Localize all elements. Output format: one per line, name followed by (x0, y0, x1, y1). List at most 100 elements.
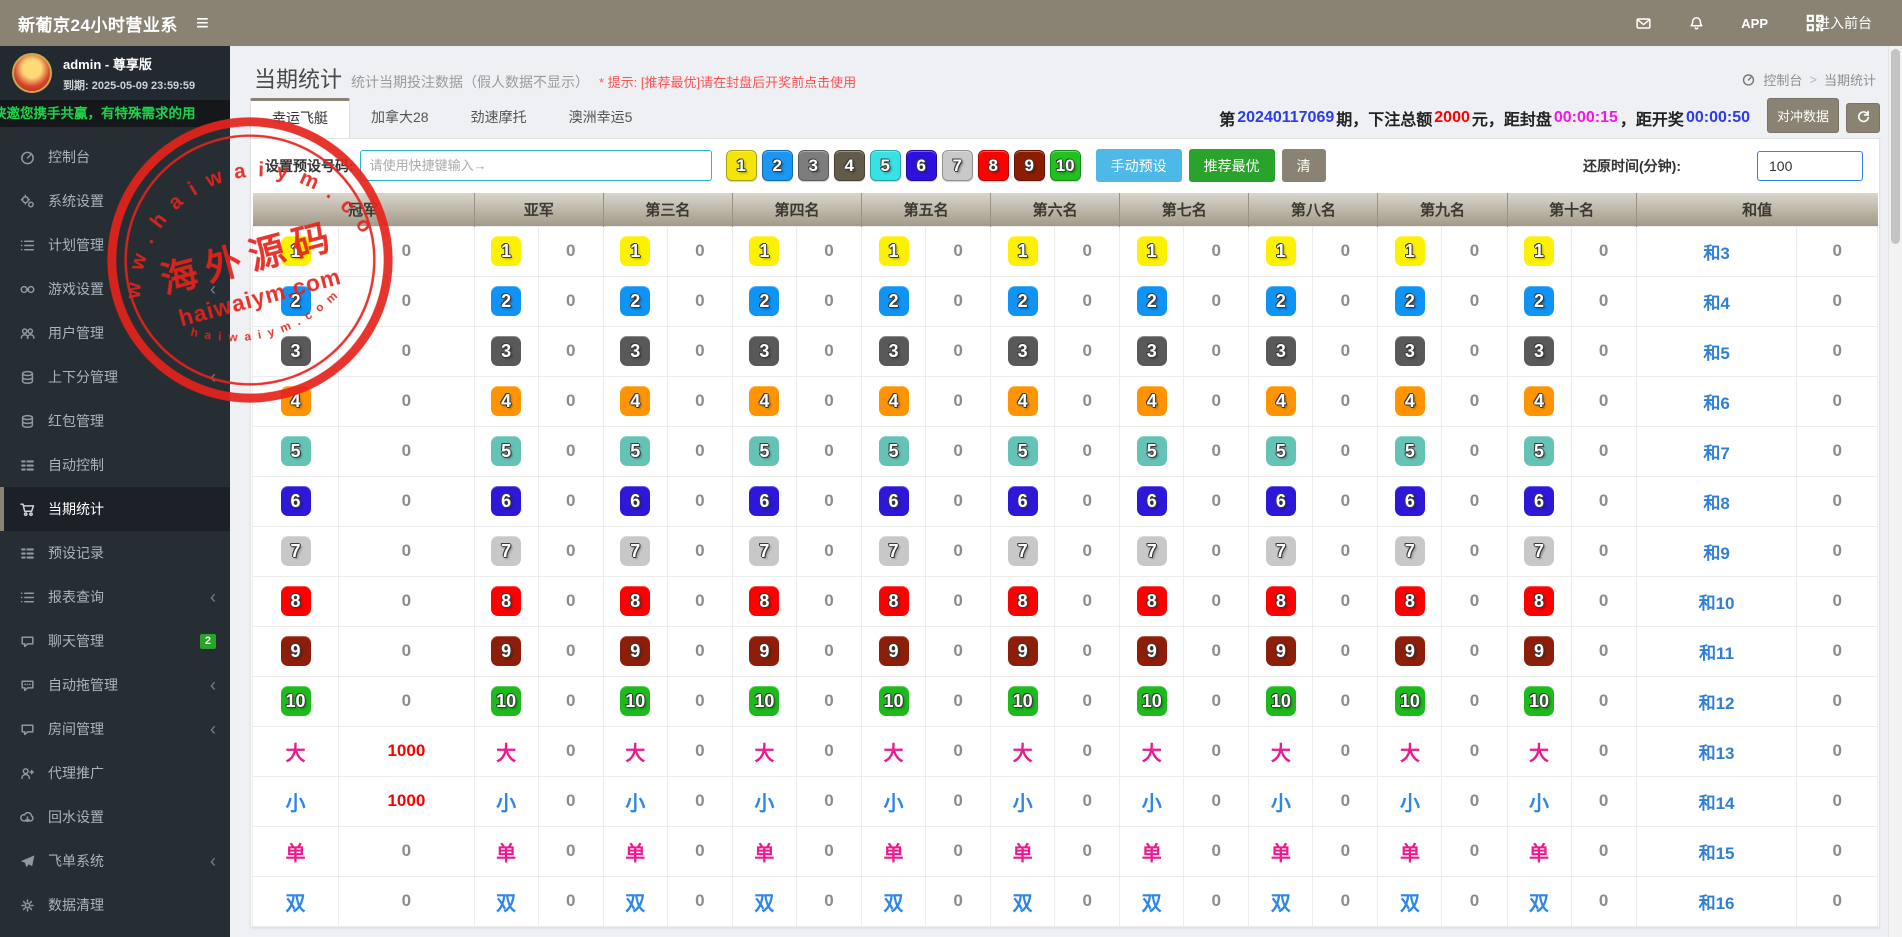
tab-1[interactable]: 加拿大28 (350, 98, 450, 138)
table-row: 小 1000 小 0 小 0 小 0 小 0 小 0 小 0 小 0 小 0 小 0 和14 0 (251, 775, 1878, 827)
breadcrumb-home[interactable]: 控制台 (1763, 70, 1802, 89)
period-label: ，距开奖 (1619, 112, 1684, 129)
table-row: 大 1000 大 0 大 0 大 0 大 0 大 0 大 0 大 0 大 0 大 0 和13 0 (251, 725, 1878, 777)
manual-preset-button[interactable]: 手动预设 (1095, 149, 1182, 182)
refresh-button[interactable] (1846, 103, 1880, 133)
sidebar-item-fly-order[interactable]: 飞单系统 ‹ (0, 839, 230, 883)
bet-amount: 0 (566, 241, 576, 260)
bet-type-label: 小 (285, 792, 306, 815)
ball-8: 8 (1524, 586, 1555, 616)
hedge-data-button[interactable]: 对冲数据 (1766, 98, 1839, 133)
mail-icon[interactable] (1635, 15, 1652, 32)
app-link[interactable]: APP (1741, 16, 1768, 31)
table-row: 9 0 9 0 9 0 9 0 9 0 9 0 9 0 9 0 9 0 9 0 和11 0 (251, 625, 1878, 677)
scrollbar[interactable] (1888, 46, 1902, 937)
preset-chip-3[interactable]: 3 (797, 150, 829, 181)
sidebar-item-rooms[interactable]: 房间管理 ‹ (0, 707, 230, 751)
sidebar-item-auto-bot[interactable]: 自动拖管理 ‹ (0, 663, 230, 707)
ball-8: 8 (1394, 586, 1425, 616)
sidebar-item-updown[interactable]: 上下分管理 ‹ (0, 355, 230, 399)
recommend-best-button[interactable]: 推荐最优 (1188, 149, 1275, 182)
hamburger-icon[interactable]: ≡ (196, 12, 209, 34)
ball-5: 5 (1007, 436, 1038, 466)
bet-amount: 0 (1082, 591, 1092, 610)
ball-8: 8 (491, 586, 522, 616)
enter-frontend-link[interactable]: 进入前台 (1816, 13, 1872, 33)
db-icon (19, 413, 36, 430)
preset-chip-4[interactable]: 4 (833, 150, 865, 181)
bet-type-label: 大 (1529, 742, 1550, 765)
bet-amount: 0 (1211, 391, 1222, 410)
preset-chip-7[interactable]: 7 (941, 150, 973, 181)
sidebar-item-agent[interactable]: 代理推广 (0, 751, 230, 795)
bet-amount: 0 (1469, 791, 1480, 810)
ball-2: 2 (749, 286, 780, 316)
bet-amount: 1000 (387, 791, 426, 810)
bet-type-label: 双 (625, 892, 646, 915)
avatar (12, 53, 52, 93)
bet-amount: 0 (1598, 441, 1609, 460)
chevron-left-icon: ‹ (210, 675, 216, 695)
bet-amount: 0 (566, 291, 576, 310)
sum-label: 和10 (1698, 593, 1735, 613)
preset-toolbar: 设置预设号码: 12345678910 手动预设推荐最优清 还原时间(分钟): (251, 139, 1879, 191)
preset-chips: 1 2 3 4 5 6 7 8 9 10 (725, 150, 1081, 181)
ball-8: 8 (749, 586, 780, 616)
breadcrumb: 控制台 > 当期统计 (1741, 70, 1876, 89)
tab-0[interactable]: 幸运飞艇 (250, 98, 350, 138)
sidebar-item-cleanup[interactable]: 数据清理 (0, 883, 230, 927)
tab-3[interactable]: 澳洲幸运5 (548, 98, 654, 138)
ball-4: 4 (749, 386, 780, 416)
bet-type-label: 小 (754, 792, 775, 815)
sidebar-item-rebate[interactable]: 回水设置 (0, 795, 230, 839)
bell-icon[interactable] (1688, 15, 1705, 32)
sidebar-item-label: 用户管理 (48, 325, 104, 341)
ball-7: 7 (1265, 536, 1296, 566)
sidebar-item-chat[interactable]: 聊天管理 2 (0, 619, 230, 663)
bet-amount: 0 (1469, 491, 1480, 510)
tab-2[interactable]: 劲速摩托 (450, 98, 548, 138)
clear-button[interactable]: 清 (1281, 149, 1326, 182)
preset-chip-10[interactable]: 10 (1049, 150, 1081, 181)
bet-type-label: 单 (625, 842, 646, 865)
rows-icon (19, 457, 36, 474)
ball-10: 10 (1524, 686, 1555, 716)
ball-4: 4 (1265, 386, 1296, 416)
ball-5: 5 (491, 436, 522, 466)
column-header: 第十名 (1507, 193, 1637, 226)
sidebar-item-label: 控制台 (48, 149, 90, 165)
ball-8: 8 (620, 586, 651, 616)
sidebar-item-current-stats[interactable]: 当期统计 (0, 487, 230, 531)
preset-chip-5[interactable]: 5 (869, 150, 901, 181)
sidebar-item-plan[interactable]: 计划管理 (0, 223, 230, 267)
scrollbar-thumb[interactable] (1891, 49, 1900, 244)
users-icon (19, 325, 36, 342)
sidebar-item-preset-records[interactable]: 预设记录 (0, 531, 230, 575)
preset-chip-6[interactable]: 6 (905, 150, 937, 181)
preset-chip-2[interactable]: 2 (761, 150, 793, 181)
ball-3: 3 (1524, 336, 1555, 366)
bet-type-label: 单 (754, 842, 775, 865)
sidebar-item-autocontrol[interactable]: 自动控制 (0, 443, 230, 487)
sidebar-item-system[interactable]: 系统设置 (0, 179, 230, 223)
bet-amount: 0 (824, 291, 834, 310)
preset-chip-8[interactable]: 8 (977, 150, 1009, 181)
column-header: 亚军 (474, 193, 604, 226)
sidebar-item-redpacket[interactable]: 红包管理 (0, 399, 230, 443)
bet-amount: 0 (953, 541, 963, 560)
sidebar-item-reports[interactable]: 报表查询 ‹ (0, 575, 230, 619)
bet-amount: 0 (1598, 641, 1609, 660)
preset-input[interactable] (359, 150, 712, 181)
bet-amount: 0 (1340, 691, 1351, 710)
sidebar-item-console[interactable]: 控制台 (0, 135, 230, 179)
gauge-icon (19, 149, 36, 166)
sidebar-item-game[interactable]: 游戏设置 ‹ (0, 267, 230, 311)
preset-chip-1[interactable]: 1 (725, 150, 757, 181)
sum-label: 和15 (1698, 843, 1735, 863)
bet-amount: 0 (1340, 541, 1351, 560)
bet-amount: 0 (1340, 241, 1351, 260)
preset-chip-9[interactable]: 9 (1013, 150, 1045, 181)
restore-time-input[interactable] (1757, 150, 1863, 181)
bet-amount: 0 (1211, 341, 1222, 360)
sidebar-item-users[interactable]: 用户管理 (0, 311, 230, 355)
